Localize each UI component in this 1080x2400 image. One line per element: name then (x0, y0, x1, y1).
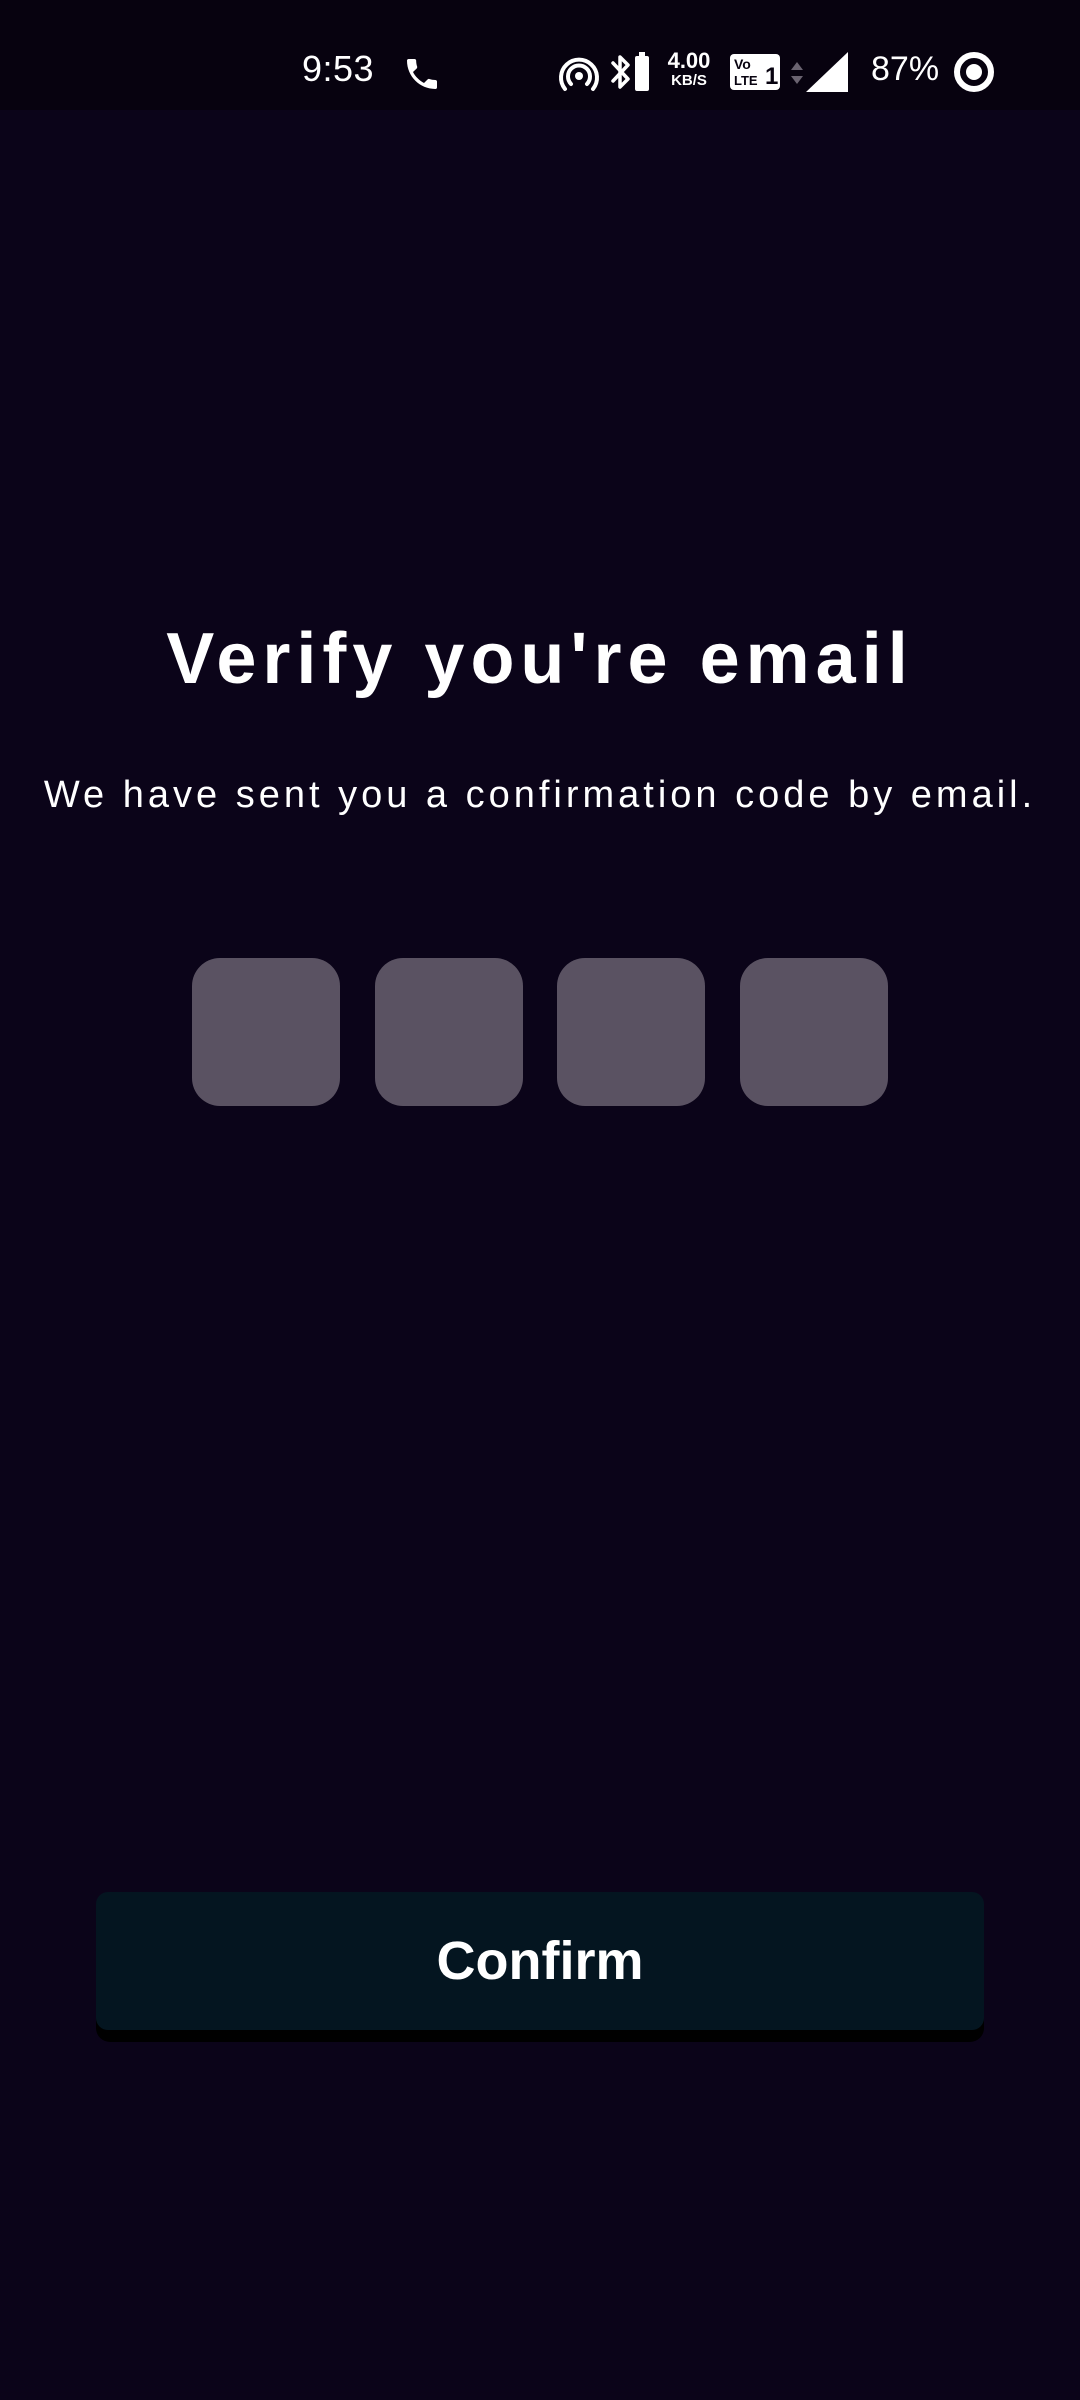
network-speed: 4.00 KB/S (662, 48, 716, 89)
signal-icon (806, 52, 848, 92)
code-digit-4[interactable] (739, 958, 888, 1106)
volte-bottom-text: LTE (734, 73, 758, 88)
volte-icon: Vo LTE 1 (730, 54, 780, 90)
data-arrows-icon (791, 62, 803, 84)
volte-sim-text: 1 (765, 63, 778, 90)
code-digit-1[interactable] (192, 958, 340, 1106)
battery-percent: 87% (871, 50, 940, 88)
phone-call-icon (407, 59, 437, 89)
battery-vertical-icon (635, 52, 649, 91)
code-digit-2[interactable] (374, 958, 523, 1106)
status-time: 9:53 (302, 48, 375, 89)
code-digit-3[interactable] (557, 958, 706, 1106)
network-speed-unit: KB/S (671, 72, 707, 89)
page-subtitle: We have sent you a confirmation code by … (43, 774, 1037, 816)
verify-email-screen: 9:53 4.00 KB/S Vo LTE 1 87% Verify you'r… (0, 0, 1080, 2400)
network-speed-value: 4.00 (667, 48, 711, 73)
verification-code-inputs (192, 958, 888, 1106)
page-title: Verify you're email (166, 619, 914, 699)
battery-ring-icon (954, 52, 994, 92)
bluetooth-icon (611, 55, 630, 89)
status-bar: 9:53 4.00 KB/S Vo LTE 1 87% (0, 0, 1080, 110)
hotspot-icon (559, 57, 599, 91)
volte-top-text: Vo (734, 56, 751, 72)
confirm-button[interactable]: Confirm (96, 1892, 984, 2030)
